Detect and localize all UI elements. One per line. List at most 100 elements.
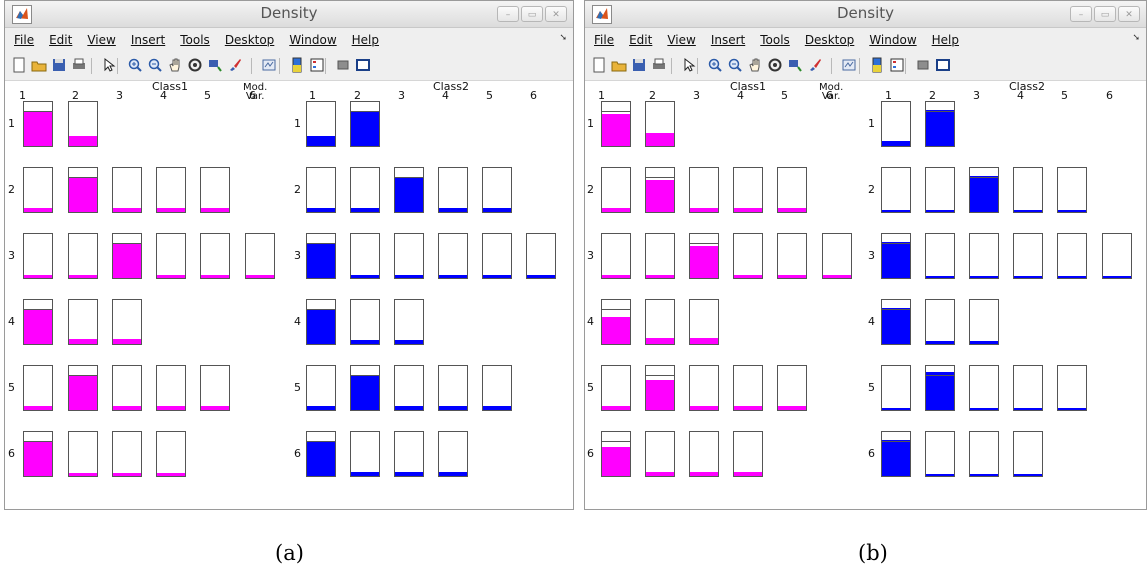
hide-plot-tools-icon[interactable] xyxy=(335,57,351,73)
density-fill xyxy=(113,244,141,278)
menu-dock-arrow-icon[interactable]: ➘ xyxy=(1132,33,1140,43)
data-cursor-icon[interactable] xyxy=(787,57,803,73)
menu-edit[interactable]: Edit xyxy=(629,33,652,47)
menu-bar: File Edit View Insert Tools Desktop Wind… xyxy=(585,28,1146,52)
menu-file[interactable]: File xyxy=(594,33,614,47)
menu-view[interactable]: View xyxy=(667,33,695,47)
hide-plot-tools-icon[interactable] xyxy=(915,57,931,73)
zoom-out-icon[interactable] xyxy=(147,57,163,73)
density-fill xyxy=(926,276,954,278)
density-fill xyxy=(734,406,762,410)
brush-icon[interactable] xyxy=(807,57,823,73)
density-box xyxy=(1102,233,1132,279)
box-top-line xyxy=(24,111,52,112)
menu-help[interactable]: Help xyxy=(932,33,959,47)
class-label: Class2 xyxy=(433,80,469,93)
link-plot-icon[interactable] xyxy=(841,57,857,73)
density-box xyxy=(156,365,186,411)
density-box xyxy=(438,365,468,411)
colorbar-icon[interactable] xyxy=(289,57,305,73)
density-box xyxy=(689,167,719,213)
box-top-line xyxy=(351,375,379,376)
maximize-button[interactable]: ▭ xyxy=(521,6,543,22)
box-top-line xyxy=(307,309,335,310)
data-cursor-icon[interactable] xyxy=(207,57,223,73)
density-box xyxy=(306,299,336,345)
box-top-line xyxy=(646,375,674,376)
toolbar xyxy=(5,52,573,81)
rotate-3d-icon[interactable] xyxy=(767,57,783,73)
maximize-button[interactable]: ▭ xyxy=(1094,6,1116,22)
density-box xyxy=(200,365,230,411)
row-label: 6 xyxy=(868,447,875,460)
menu-tools[interactable]: Tools xyxy=(180,33,210,47)
print-icon[interactable] xyxy=(71,57,87,73)
menu-desktop[interactable]: Desktop xyxy=(805,33,855,47)
minimize-button[interactable]: – xyxy=(497,6,519,22)
menu-help[interactable]: Help xyxy=(352,33,379,47)
minimize-button[interactable]: – xyxy=(1070,6,1092,22)
zoom-in-icon[interactable] xyxy=(707,57,723,73)
density-fill xyxy=(690,246,718,278)
pan-icon[interactable] xyxy=(167,57,183,73)
figure-window-a: Density – ▭ ✕ File Edit View Insert Tool… xyxy=(4,0,574,510)
legend-icon[interactable] xyxy=(889,57,905,73)
density-box xyxy=(1013,431,1043,477)
menu-view[interactable]: View xyxy=(87,33,115,47)
density-box xyxy=(482,233,512,279)
legend-icon[interactable] xyxy=(309,57,325,73)
density-fill xyxy=(307,310,335,344)
menu-window[interactable]: Window xyxy=(869,33,916,47)
row-label: 4 xyxy=(587,315,594,328)
density-fill xyxy=(395,406,423,410)
new-figure-icon[interactable] xyxy=(11,57,27,73)
density-fill xyxy=(778,406,806,410)
density-fill xyxy=(1014,474,1042,476)
density-fill xyxy=(734,208,762,212)
colorbar-icon[interactable] xyxy=(869,57,885,73)
menu-file[interactable]: File xyxy=(14,33,34,47)
density-fill xyxy=(483,406,511,410)
density-box xyxy=(68,365,98,411)
menu-edit[interactable]: Edit xyxy=(49,33,72,47)
menu-desktop[interactable]: Desktop xyxy=(225,33,275,47)
menu-window[interactable]: Window xyxy=(289,33,336,47)
pointer-icon[interactable] xyxy=(681,57,697,73)
density-box xyxy=(112,365,142,411)
save-icon[interactable] xyxy=(631,57,647,73)
density-fill xyxy=(602,275,630,278)
pan-icon[interactable] xyxy=(747,57,763,73)
link-plot-icon[interactable] xyxy=(261,57,277,73)
row-label: 5 xyxy=(8,381,15,394)
column-label: 6 xyxy=(249,89,256,102)
density-box xyxy=(112,167,142,213)
toolbar-separator xyxy=(859,58,860,74)
close-button[interactable]: ✕ xyxy=(1118,6,1140,22)
menu-insert[interactable]: Insert xyxy=(131,33,165,47)
row-label: 2 xyxy=(587,183,594,196)
row-label: 3 xyxy=(294,249,301,262)
rotate-3d-icon[interactable] xyxy=(187,57,203,73)
class-label: Class1 xyxy=(730,80,766,93)
show-plot-tools-icon[interactable] xyxy=(935,57,951,73)
close-button[interactable]: ✕ xyxy=(545,6,567,22)
open-file-icon[interactable] xyxy=(31,57,47,73)
show-plot-tools-icon[interactable] xyxy=(355,57,371,73)
new-figure-icon[interactable] xyxy=(591,57,607,73)
density-fill xyxy=(69,177,97,212)
row-label: 6 xyxy=(294,447,301,460)
menu-tools[interactable]: Tools xyxy=(760,33,790,47)
open-file-icon[interactable] xyxy=(611,57,627,73)
print-icon[interactable] xyxy=(651,57,667,73)
box-top-line xyxy=(926,111,954,112)
save-icon[interactable] xyxy=(51,57,67,73)
menu-insert[interactable]: Insert xyxy=(711,33,745,47)
menu-dock-arrow-icon[interactable]: ➘ xyxy=(559,33,567,43)
zoom-out-icon[interactable] xyxy=(727,57,743,73)
density-fill xyxy=(602,208,630,212)
zoom-in-icon[interactable] xyxy=(127,57,143,73)
brush-icon[interactable] xyxy=(227,57,243,73)
box-top-line xyxy=(307,243,335,244)
density-fill xyxy=(113,406,141,410)
pointer-icon[interactable] xyxy=(101,57,117,73)
